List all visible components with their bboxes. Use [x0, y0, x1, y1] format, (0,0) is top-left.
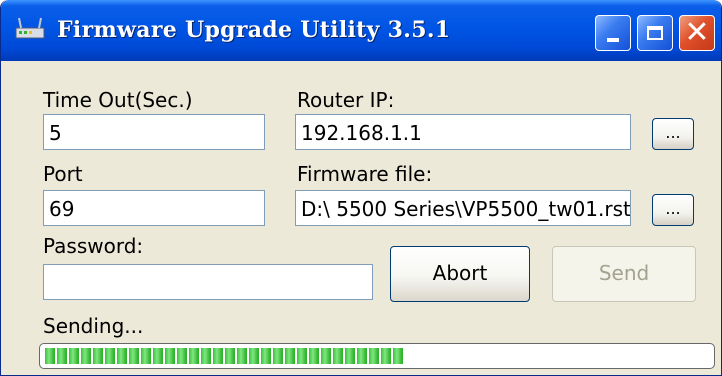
- minimize-icon: [607, 38, 619, 42]
- timeout-label: Time Out(Sec.): [43, 88, 193, 112]
- password-field[interactable]: [43, 264, 373, 300]
- title-bar[interactable]: Firmware Upgrade Utility 3.5.1 ✕: [1, 0, 721, 61]
- window-title: Firmware Upgrade Utility 3.5.1: [57, 17, 451, 43]
- router-ip-browse-button[interactable]: ...: [652, 118, 694, 150]
- send-button[interactable]: Send: [552, 246, 696, 302]
- close-button[interactable]: ✕: [679, 15, 715, 51]
- status-text: Sending...: [43, 314, 144, 338]
- firmware-browse-button[interactable]: ...: [652, 194, 694, 226]
- minimize-button[interactable]: [595, 15, 631, 51]
- port-label: Port: [43, 162, 83, 186]
- router-app-icon: [15, 17, 45, 39]
- timeout-field[interactable]: 5: [43, 114, 265, 150]
- port-field[interactable]: 69: [43, 190, 265, 226]
- firmware-file-label: Firmware file:: [297, 162, 433, 186]
- maximize-icon: [647, 26, 663, 40]
- router-ip-label: Router IP:: [297, 88, 395, 112]
- app-window: Firmware Upgrade Utility 3.5.1 ✕ Time Ou…: [0, 0, 722, 376]
- progress-fill: [45, 348, 403, 364]
- progress-bar: [39, 343, 715, 369]
- abort-button[interactable]: Abort: [390, 246, 530, 302]
- password-label: Password:: [43, 234, 144, 258]
- router-ip-field[interactable]: 192.168.1.1: [295, 114, 631, 150]
- close-icon: ✕: [684, 15, 710, 50]
- maximize-button[interactable]: [637, 15, 673, 51]
- firmware-file-field[interactable]: D:\ 5500 Series\VP5500_tw01.rst: [295, 190, 631, 226]
